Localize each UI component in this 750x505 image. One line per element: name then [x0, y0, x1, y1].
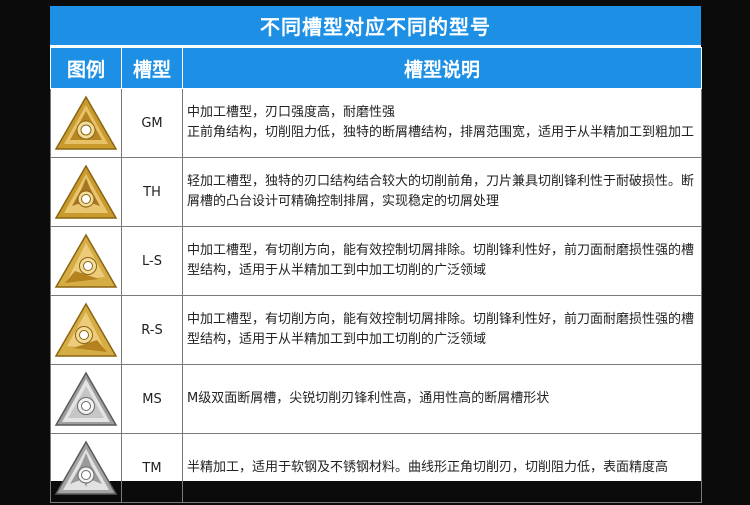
desc-line: 中加工槽型，刃口强度高，耐磨性强 — [187, 105, 396, 120]
groove-code: R-S — [121, 295, 183, 365]
desc-line: 正前角结构，切削阻力低，独特的断屑槽结构，排屑范围宽，适用于从半精加工到粗加工 — [187, 125, 695, 140]
table-header-row: 图例 槽型 槽型说明 — [50, 47, 702, 89]
groove-table-panel: 不同槽型对应不同的型号 图例 槽型 槽型说明 GM 中加工槽型，刃口强度高，耐磨… — [50, 6, 702, 503]
insert-image-cell — [50, 226, 122, 296]
header-description: 槽型说明 — [182, 47, 702, 89]
groove-code: TM — [121, 433, 183, 503]
gold-triangle-insert-ls-icon — [54, 233, 118, 288]
groove-description: 中加工槽型，有切削方向，能有效控制切屑排除。切削锋利性好，前刀面耐磨损性强的槽型… — [182, 226, 702, 296]
header-groove: 槽型 — [121, 47, 183, 89]
groove-code: GM — [121, 88, 183, 158]
groove-description: 半精加工，适用于软钢及不锈钢材料。曲线形正角切削刃，切削阻力低，表面精度高 — [182, 433, 702, 503]
table-row: GM 中加工槽型，刃口强度高，耐磨性强 正前角结构，切削阻力低，独特的断屑槽结构… — [50, 88, 702, 158]
table-row: TM 半精加工，适用于软钢及不锈钢材料。曲线形正角切削刃，切削阻力低，表面精度高 — [50, 433, 702, 503]
insert-image-cell — [50, 157, 122, 227]
groove-description: 中加工槽型，刃口强度高，耐磨性强 正前角结构，切削阻力低，独特的断屑槽结构，排屑… — [182, 88, 702, 158]
groove-description: 轻加工槽型，独特的刃口结构结合较大的切削前角，刀片兼具切削锋利性于耐破损性。断屑… — [182, 157, 702, 227]
gold-triangle-insert-th-icon — [54, 164, 118, 219]
insert-image-cell — [50, 433, 122, 503]
groove-code: TH — [121, 157, 183, 227]
insert-image-cell — [50, 364, 122, 434]
table-row: MS M级双面断屑槽，尖锐切削刃锋利性高，通用性高的断屑槽形状 — [50, 364, 702, 434]
insert-image-cell — [50, 88, 122, 158]
groove-description: 中加工槽型，有切削方向，能有效控制切屑排除。切削锋利性好，前刀面耐磨损性强的槽型… — [182, 295, 702, 365]
groove-code: L-S — [121, 226, 183, 296]
table-row: TH 轻加工槽型，独特的刃口结构结合较大的切削前角，刀片兼具切削锋利性于耐破损性… — [50, 157, 702, 227]
table-row: L-S 中加工槽型，有切削方向，能有效控制切屑排除。切削锋利性好，前刀面耐磨损性… — [50, 226, 702, 296]
insert-image-cell — [50, 295, 122, 365]
groove-code: MS — [121, 364, 183, 434]
groove-description: M级双面断屑槽，尖锐切削刃锋利性高，通用性高的断屑槽形状 — [182, 364, 702, 434]
gold-triangle-insert-gm-icon — [54, 95, 118, 150]
header-image: 图例 — [50, 47, 122, 89]
table-row: R-S 中加工槽型，有切削方向，能有效控制切屑排除。切削锋利性好，前刀面耐磨损性… — [50, 295, 702, 365]
gold-triangle-insert-rs-icon — [54, 302, 118, 357]
page-title: 不同槽型对应不同的型号 — [50, 6, 701, 45]
silver-triangle-insert-ms-icon — [54, 371, 118, 426]
silver-triangle-insert-tm-icon — [54, 440, 118, 495]
groove-table: 图例 槽型 槽型说明 GM 中加工槽型，刃口强度高，耐磨性强 正前角结构，切削阻… — [50, 47, 702, 503]
